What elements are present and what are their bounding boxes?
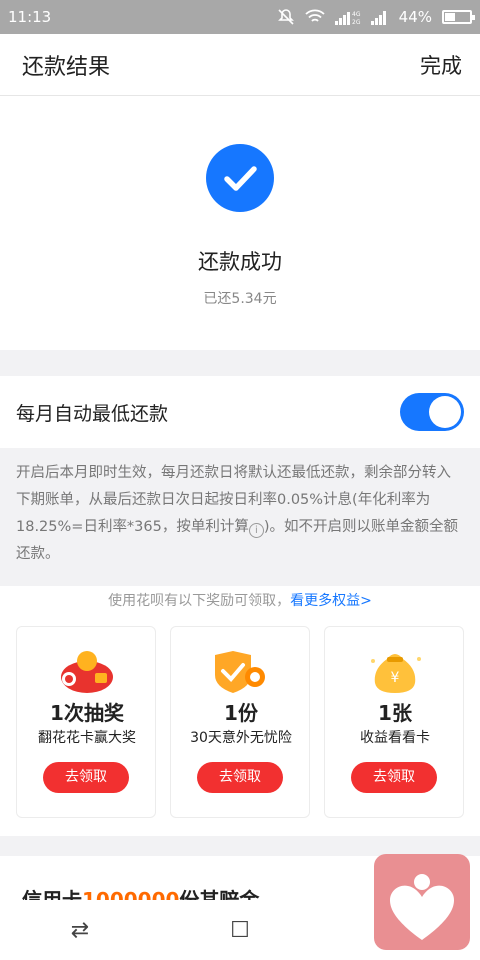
toggle-knob <box>429 396 461 428</box>
reward-subtitle: 30天意外无忧险 <box>190 730 292 746</box>
page-title: 还款结果 <box>22 54 111 80</box>
header-bar: 还款结果 完成 <box>0 34 480 96</box>
switch-nav-icon[interactable]: ⇄ <box>60 918 100 943</box>
success-check-icon <box>206 144 274 212</box>
rewards-intro-text: 使用花呗有以下奖励可领取， <box>108 593 291 609</box>
reward-title: 1次抽奖 <box>50 701 124 725</box>
net-bottom-label: 2G <box>352 19 361 25</box>
red-envelope-gift-icon <box>61 651 113 693</box>
floating-heart-button[interactable] <box>374 854 470 950</box>
battery-percent: 44% <box>398 8 432 26</box>
battery-icon <box>442 10 475 24</box>
mute-icon <box>277 9 294 25</box>
home-nav-icon[interactable]: ☐ <box>220 918 260 943</box>
auto-repay-description: 开启后本月即时生效，每月还款日将默认还最低还款，剩余部分转入下期账单，从最后还款… <box>0 448 480 586</box>
reward-subtitle: 收益看看卡 <box>360 730 430 746</box>
auto-repay-toggle[interactable] <box>400 393 464 431</box>
reward-subtitle: 翻花花卡赢大奖 <box>38 730 136 746</box>
result-panel: 还款成功 已还5.34元 <box>0 96 480 350</box>
reward-card-insurance[interactable]: 1份 30天意外无忧险 去领取 <box>170 626 310 818</box>
auto-repay-row: 每月自动最低还款 <box>0 376 480 448</box>
shield-check-icon <box>215 651 265 693</box>
rewards-intro: 使用花呗有以下奖励可领取，看更多权益> <box>0 590 480 610</box>
svg-text:¥: ¥ <box>391 670 400 686</box>
signal-4g-icon: 4G2G <box>334 11 361 25</box>
result-status: 还款成功 <box>198 250 282 274</box>
heart-icon <box>390 874 454 940</box>
info-icon[interactable]: i <box>248 523 264 538</box>
status-bar: 11:13 4G 2G 44% <box>0 0 480 34</box>
claim-button[interactable]: 去领取 <box>197 762 283 793</box>
claim-button[interactable]: 去领取 <box>351 762 437 793</box>
auto-repay-label: 每月自动最低还款 <box>16 402 169 425</box>
status-icons: 4G 2G 44% <box>277 8 475 26</box>
claim-button[interactable]: 去领取 <box>43 762 129 793</box>
paid-amount: 已还5.34元 <box>203 291 277 307</box>
reward-card-yield[interactable]: ¥ 1张 收益看看卡 去领取 <box>324 626 464 818</box>
reward-title: 1份 <box>224 701 258 725</box>
money-bag-icon: ¥ <box>371 654 421 693</box>
reward-title: 1张 <box>378 701 412 725</box>
more-benefits-link[interactable]: 看更多权益> <box>290 593 372 609</box>
reward-card-lottery[interactable]: 1次抽奖 翻花花卡赢大奖 去领取 <box>16 626 156 818</box>
net-top-label: 4G <box>352 11 361 18</box>
rewards-section: 使用花呗有以下奖励可领取，看更多权益> 1次抽奖 翻花花卡赢大奖 去领取 1份 … <box>0 586 480 836</box>
wifi-icon <box>305 9 325 22</box>
status-time: 11:13 <box>8 8 52 26</box>
done-button[interactable]: 完成 <box>420 50 462 80</box>
signal-icon <box>370 11 386 25</box>
